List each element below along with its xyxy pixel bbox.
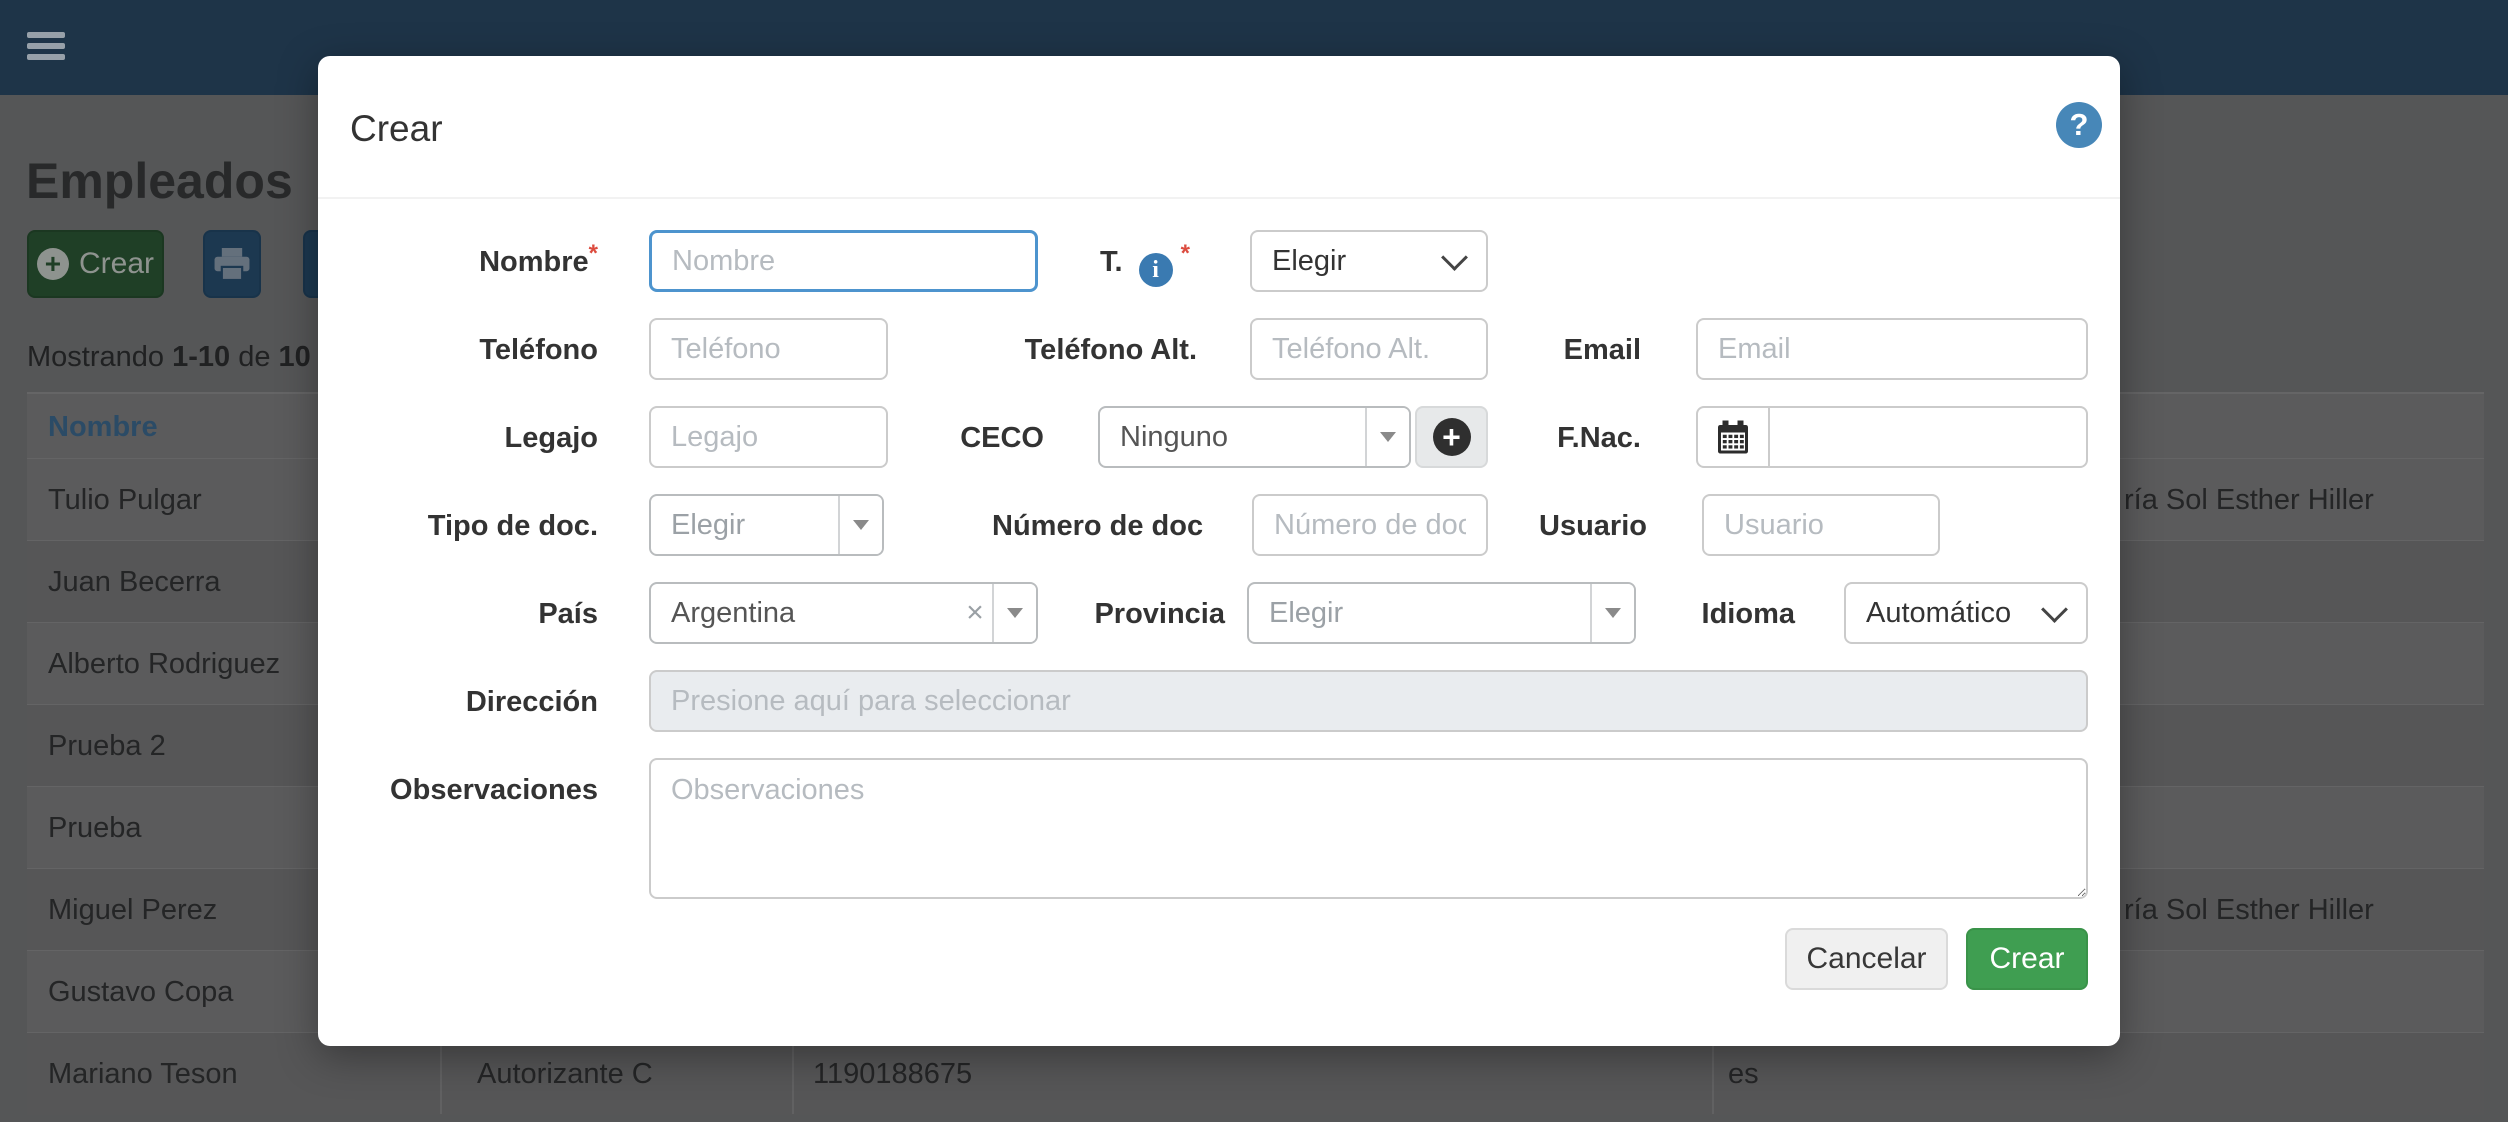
direccion-input[interactable] — [649, 670, 2088, 732]
fnac-input[interactable] — [1770, 408, 2086, 466]
clear-icon[interactable]: × — [958, 584, 992, 642]
screen: Empleados + Crear Mostrando 1-10 de 10 N… — [0, 0, 2508, 1122]
pais-combobox[interactable]: Argentina × — [649, 582, 1038, 644]
help-icon[interactable]: ? — [2056, 102, 2102, 148]
toolbar-create-button[interactable]: + Crear — [27, 230, 164, 298]
results-count: Mostrando 1-10 de 10 — [27, 341, 311, 374]
results-total: 10 — [279, 341, 311, 373]
chevron-down-icon — [2041, 596, 2068, 623]
modal-title: Crear — [350, 108, 443, 150]
label-observaciones: Observaciones — [318, 772, 598, 808]
plus-circle-icon: + — [37, 248, 69, 280]
email-input[interactable] — [1696, 318, 2088, 380]
table-cell-clipped: ría Sol Esther Hiller — [2124, 459, 2374, 541]
label-fnac: F.Nac. — [1441, 420, 1641, 456]
label-tipo-doc: Tipo de doc. — [318, 508, 598, 544]
label-usuario: Usuario — [1447, 508, 1647, 544]
provincia-combobox[interactable]: Elegir — [1247, 582, 1636, 644]
required-asterisk: * — [589, 240, 598, 267]
hamburger-menu-icon[interactable] — [27, 32, 67, 64]
label-direccion: Dirección — [318, 684, 598, 720]
idioma-select[interactable]: Automático — [1844, 582, 2088, 644]
fnac-field — [1696, 406, 2088, 468]
label-ceco: CECO — [844, 420, 1044, 456]
ceco-combobox[interactable]: Ninguno — [1098, 406, 1411, 468]
label-t: T. i * — [990, 244, 1190, 280]
label-provincia: Provincia — [1025, 596, 1225, 632]
calendar-button[interactable] — [1698, 408, 1770, 466]
page-title: Empleados — [26, 152, 293, 210]
t-select[interactable]: Elegir — [1250, 230, 1488, 292]
printer-icon — [214, 248, 250, 280]
dropdown-arrow[interactable] — [838, 496, 882, 554]
required-asterisk: * — [1181, 240, 1190, 267]
table-cell-clipped: ría Sol Esther Hiller — [2124, 869, 2374, 951]
chevron-down-icon — [1441, 244, 1468, 271]
dropdown-arrow[interactable] — [1365, 408, 1409, 466]
create-employee-modal: Crear ? Nombre* T. i * Elegir Teléfono T… — [318, 56, 2120, 1046]
label-idioma: Idioma — [1595, 596, 1795, 632]
nombre-input[interactable] — [649, 230, 1038, 292]
label-email: Email — [1441, 332, 1641, 368]
telefono-input[interactable] — [649, 318, 888, 380]
label-nombre: Nombre* — [318, 244, 598, 280]
usuario-input[interactable] — [1702, 494, 1940, 556]
label-pais: País — [318, 596, 598, 632]
cancel-button[interactable]: Cancelar — [1785, 928, 1948, 990]
observaciones-textarea[interactable] — [649, 758, 2088, 899]
results-range: 1-10 — [172, 341, 230, 373]
create-button[interactable]: Crear — [1966, 928, 2088, 990]
toolbar-print-button[interactable] — [203, 230, 261, 298]
label-telefono-alt: Teléfono Alt. — [997, 332, 1197, 368]
toolbar-create-label: Crear — [79, 247, 154, 281]
column-header-nombre[interactable]: Nombre — [48, 411, 158, 444]
label-legajo: Legajo — [318, 420, 598, 456]
calendar-icon — [1718, 420, 1748, 454]
tipo-doc-combobox[interactable]: Elegir — [649, 494, 884, 556]
label-numero-doc: Número de doc — [992, 508, 1192, 544]
label-telefono: Teléfono — [318, 332, 598, 368]
info-icon[interactable]: i — [1139, 253, 1173, 287]
modal-header-divider — [318, 197, 2120, 199]
